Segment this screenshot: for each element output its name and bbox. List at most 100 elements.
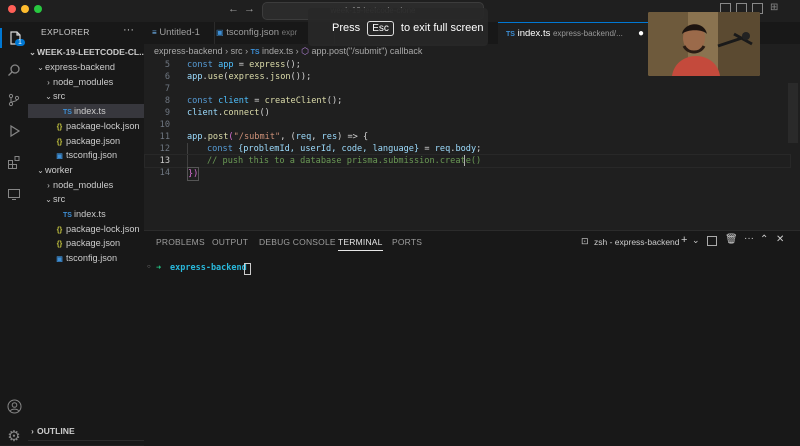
close-window-button[interactable] [8,5,16,13]
tab-label: index.ts [517,28,551,39]
fullscreen-toast: Press Esc to exit full screen [308,8,488,46]
json-icon: {} [56,138,63,146]
code-line-13: // push this to a database prisma.submis… [207,156,482,166]
tree-item-label: express-backend [45,62,115,72]
tree-item-express-backend[interactable]: ⌄express-backend [28,60,144,74]
activity-bar: 1 ⚙ [0,22,29,445]
tree-item-label: node_modules [53,76,114,87]
tree-item-label: package.json [66,238,121,249]
tree-item-package-json[interactable]: {} package.json [28,134,144,148]
chevron-right-icon: › [47,180,50,190]
terminal[interactable]: ○ ➜ express-backend [144,261,800,446]
split-terminal-icon[interactable] [707,236,717,246]
run-debug-icon[interactable] [4,121,24,141]
tree-item-index-ts[interactable]: TS index.ts [28,104,144,119]
tree-item-src[interactable]: ⌄src [28,89,144,103]
remote-explorer-icon[interactable] [4,184,24,204]
maximize-window-button[interactable] [34,5,42,13]
toast-text: to exit full screen [400,22,484,34]
customize-layout-icon[interactable]: ⊞ [770,2,778,13]
source-control-icon[interactable] [4,90,24,110]
tree-item-package-json[interactable]: {} package.json [28,236,144,250]
tab-path: express-backend/... [552,29,623,38]
tree-item-label: index.ts [74,209,106,219]
terminal-name[interactable]: zsh - express-backend [594,237,680,247]
breadcrumb-src[interactable]: src [231,46,243,56]
account-icon[interactable] [4,396,24,416]
json-icon: {} [56,241,63,249]
search-icon[interactable] [4,60,24,80]
tab-output[interactable]: OUTPUT [212,237,248,247]
code-line-6: app.use(express.json()); [187,72,312,82]
maximize-panel-chevron-up-icon[interactable]: ⌃ [760,234,768,245]
tree-item-label: src [53,91,66,102]
tree-item-label: worker [45,164,73,175]
tree-item-package-lock-json[interactable]: {} package-lock.json [28,119,144,133]
terminal-cursor [244,263,251,275]
webcam-overlay [648,12,760,76]
unsaved-dot-icon[interactable]: ● [638,23,644,45]
outline-section[interactable]: › OUTLINE [28,424,144,438]
tree-item-label: tsconfig.json [66,150,118,161]
tree-item-package-lock-json[interactable]: {} package-lock.json [28,222,144,236]
tsconfig-icon: ▣ [56,256,63,264]
tree-item-src[interactable]: ⌄src [28,192,144,206]
code-line-8: const client = createClient(); [187,96,343,106]
tab-terminal[interactable]: TERMINAL [338,237,383,251]
tsconfig-icon: ▣ [216,28,224,37]
chevron-down-icon: ⌄ [37,165,44,175]
tree-item-worker[interactable]: ⌄worker [28,163,144,177]
tree-item-tsconfig-json[interactable]: ▣ tsconfig.json [28,251,144,265]
bottom-panel: PROBLEMS OUTPUT DEBUG CONSOLE TERMINAL P… [144,230,800,446]
prompt-arrow: ➜ [156,263,162,273]
editor-scrollbar[interactable] [788,83,798,143]
prompt-directory: express-backend [170,263,247,273]
tab-path: expr [281,28,298,37]
tree-item-label: index.ts [74,106,106,117]
typescript-icon: TS [506,31,515,38]
toast-press-text: Press [332,22,361,34]
back-arrow-icon[interactable]: ← [228,3,239,15]
line-number: 8 [164,96,170,106]
tree-item-label: package.json [66,135,121,146]
chevron-right-icon: › [47,77,50,87]
tree-item-node-modules[interactable]: › node_modules [28,178,144,192]
breadcrumb-symbol[interactable]: app.post("/submit") callback [311,46,422,56]
chevron-down-icon: ⌄ [45,195,52,205]
tab-debug-console[interactable]: DEBUG CONSOLE [259,237,336,247]
tab-untitled-1[interactable]: ≡ Untitled-1 [144,22,215,44]
explorer-title: EXPLORER [41,27,90,37]
presenter-photo [648,12,760,76]
extensions-icon[interactable] [4,152,24,172]
tree-item-node-modules[interactable]: › node_modules [28,75,144,89]
code-editor[interactable]: 5 6 7 8 9 10 11 12 13 14 const app = exp… [144,58,800,230]
tree-item-label: tsconfig.json [66,253,118,264]
forward-arrow-icon[interactable]: → [244,3,255,15]
code-line-14: }) [187,167,200,181]
tab-label: Untitled-1 [159,27,200,38]
terminal-dropdown-chevron-icon[interactable]: ⌄ [692,235,700,246]
trash-icon[interactable]: 🗑 [725,234,738,245]
close-panel-icon[interactable]: ✕ [776,234,784,245]
tree-item-tsconfig-json[interactable]: ▣ tsconfig.json [28,148,144,162]
manage-gear-icon[interactable]: ⚙ [4,426,24,446]
line-number: 9 [164,108,170,118]
tree-item-index-ts[interactable]: TS index.ts [28,207,144,221]
more-actions-icon[interactable]: ··· [123,24,134,36]
workspace-root[interactable]: ⌄WEEK-19-LEETCODE-CL... [28,45,144,59]
json-icon: {} [56,123,63,131]
explorer-badge: 1 [15,39,25,46]
tab-index-ts[interactable]: TS index.ts express-backend/... ● [498,22,657,45]
tab-problems[interactable]: PROBLEMS [156,237,205,247]
minimize-window-button[interactable] [21,5,29,13]
code-line-11: app.post("/submit", (req, res) => { [187,132,369,142]
symbol-method-icon: ⬡ [301,46,309,56]
new-terminal-plus-icon[interactable]: + [681,234,687,246]
explorer-sidebar: EXPLORER ··· ⌄WEEK-19-LEETCODE-CL... › OU… [28,22,145,445]
chevron-down-icon: ⌄ [37,63,44,72]
breadcrumb-file[interactable]: index.ts [262,46,293,56]
breadcrumb-folder[interactable]: express-backend [154,46,223,56]
more-actions-icon[interactable]: ··· [744,233,754,244]
tab-ports[interactable]: PORTS [392,237,422,247]
tree-item-label: src [53,194,66,205]
